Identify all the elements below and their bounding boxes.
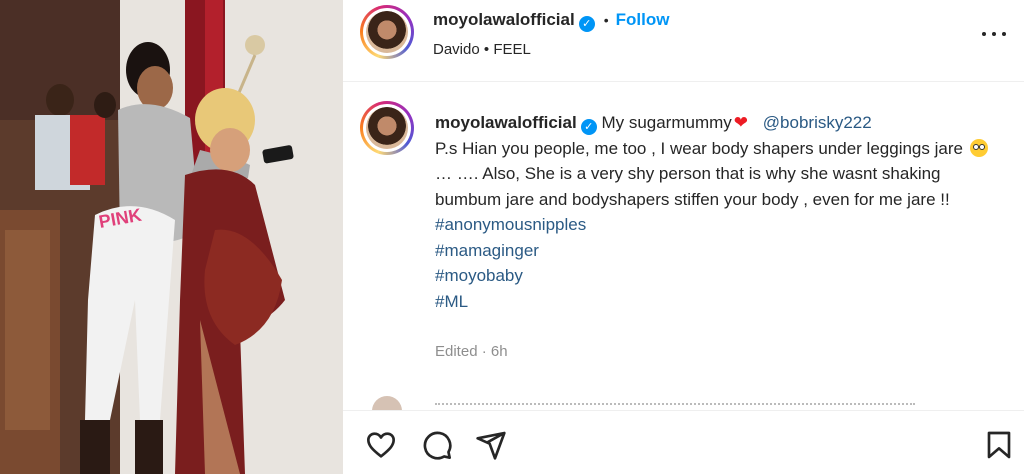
hashtag-link[interactable]: #anonymousnipples: [435, 212, 1005, 238]
caption-intro: My sugarmummy: [601, 113, 732, 132]
caption-avatar[interactable]: [360, 101, 414, 155]
follow-button[interactable]: Follow: [616, 10, 670, 29]
more-options-icon[interactable]: [980, 22, 1008, 46]
separator-dot: •: [603, 12, 609, 28]
author-avatar[interactable]: [360, 5, 414, 59]
post-photo-illustration: PINK: [0, 0, 343, 474]
heart-icon[interactable]: [365, 429, 397, 461]
verified-badge-icon: ✓: [578, 16, 595, 32]
audio-separator: •: [483, 41, 490, 58]
post-image[interactable]: PINK: [0, 0, 343, 474]
edited-timestamp: Edited · 6h: [435, 343, 508, 360]
audio-line[interactable]: Davido • FEEL: [433, 41, 531, 58]
audio-title: FEEL: [493, 41, 531, 58]
caption-text: moyolawalofficial ✓ My sugarmummy ❤ @bobri…: [435, 110, 1005, 314]
post-header: moyolawalofficial ✓ • Follow Davido • FEEL: [343, 0, 1024, 82]
bookmark-icon[interactable]: [983, 429, 1015, 461]
avatar-photo: [366, 11, 408, 53]
red-heart-emoji: ❤: [733, 113, 749, 132]
verified-badge-icon: ✓: [580, 119, 597, 135]
next-comment-peek: [343, 396, 1024, 410]
avatar-photo: [366, 107, 408, 149]
comment-text-cutoff: [435, 403, 915, 407]
audio-artist: Davido: [433, 41, 480, 58]
author-line: moyolawalofficial ✓ • Follow: [433, 10, 669, 32]
share-icon[interactable]: [475, 429, 507, 461]
eye-roll-emoji-icon: [969, 138, 988, 157]
hashtag-link[interactable]: #mamaginger: [435, 238, 1005, 264]
post-detail-panel: moyolawalofficial ✓ • Follow Davido • FEEL …: [343, 0, 1024, 474]
action-bar: [343, 410, 1024, 474]
hashtag-link[interactable]: #ML: [435, 289, 1005, 315]
comment-avatar[interactable]: [372, 396, 402, 410]
comment-icon[interactable]: [421, 429, 453, 461]
post-caption: moyolawalofficial ✓ My sugarmummy ❤ @bobri…: [343, 96, 1024, 396]
caption-username[interactable]: moyolawalofficial: [435, 113, 577, 132]
hashtag-link[interactable]: #moyobaby: [435, 263, 1005, 289]
caption-body-2: … …. Also, She is a very shy person that…: [435, 164, 950, 209]
mention-link[interactable]: @bobrisky222: [763, 113, 872, 132]
caption-body-1: P.s Hian you people, me too , I wear bod…: [435, 138, 963, 158]
author-username[interactable]: moyolawalofficial: [433, 10, 575, 29]
